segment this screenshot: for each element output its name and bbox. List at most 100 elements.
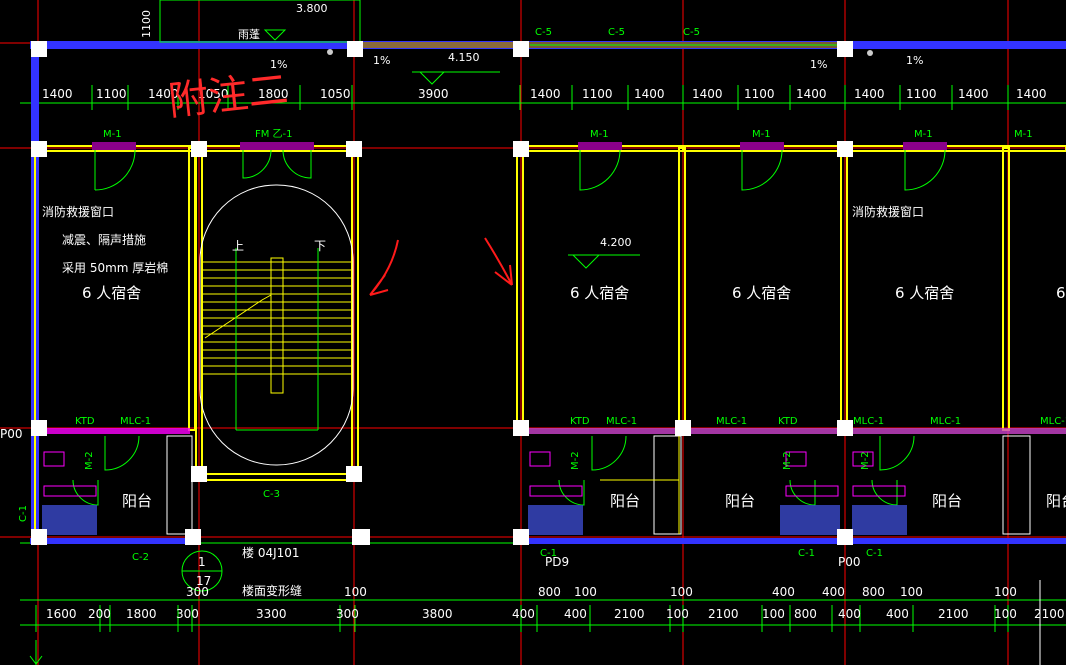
dim-bottom-5: 3300: [256, 607, 287, 621]
balcony-label-2: 阳台: [610, 492, 640, 510]
dim-bottom-19: 2100: [1034, 607, 1065, 621]
dim-bottom-17: 2100: [938, 607, 969, 621]
balcony-label-3: 阳台: [725, 492, 755, 510]
dim-bottom-16: 400: [886, 607, 909, 621]
dim-top-6: 1050: [320, 87, 351, 101]
height-1100: 1100: [140, 10, 153, 38]
shower-hatches: [42, 505, 907, 535]
dim-bottom-18: 100: [994, 607, 1017, 621]
dim-bottom-4: 300: [176, 607, 199, 621]
dim-top-16: 1400: [958, 87, 989, 101]
dim-bottom-8: 400: [512, 607, 535, 621]
room-elevation: 4.200: [600, 236, 632, 249]
origin-marker: [29, 640, 43, 665]
p00-label: P00: [0, 427, 23, 441]
stair-down-label: 下: [314, 239, 326, 253]
room-label-3: 6 人宿舍: [732, 284, 791, 302]
balcony-label-5: 阳台: [1046, 492, 1066, 510]
dim-top-2: 1100: [96, 87, 127, 101]
canopy-label: 雨蓬: [238, 28, 260, 41]
slope-label-3: 1%: [810, 58, 827, 71]
drain-icons: [327, 49, 873, 56]
dim-bottom-12: 2100: [708, 607, 739, 621]
mlc-label-2: MLC-1: [606, 416, 637, 427]
pd9-label: PD9: [545, 555, 569, 569]
door-label-6: M-1: [1014, 129, 1033, 140]
mlc-label-3: MLC-1: [716, 416, 747, 427]
ktd-label-3: KTD: [778, 416, 798, 427]
door-label-3: M-1: [590, 129, 609, 140]
dim-top-11: 1400: [692, 87, 723, 101]
m2-label-2: M-2: [570, 451, 581, 470]
mlc-label-5: MLC-1: [1040, 416, 1066, 427]
vibration-note-1: 减震、隔声措施: [62, 233, 146, 247]
dim-mid-9: 100: [900, 585, 923, 599]
dim-top-10: 1400: [634, 87, 665, 101]
doors: [72, 142, 947, 506]
room-label-4: 6 人宿舍: [895, 284, 954, 302]
dim-mid-2: 100: [344, 585, 367, 599]
m2-label-3: M-2: [782, 451, 793, 470]
balcony-label-4: 阳台: [932, 492, 962, 510]
mlc-label-1: MLC-1: [120, 416, 151, 427]
dim-bottom-3: 1800: [126, 607, 157, 621]
c1-side-label: C-1: [18, 505, 29, 522]
dim-bottom-1: 1600: [46, 607, 77, 621]
left-wall: [31, 45, 39, 545]
dim-bottom-15: 400: [838, 607, 861, 621]
dim-top-8: 1400: [530, 87, 561, 101]
handwritten-arrow-1: [369, 239, 399, 296]
p00-label-bottom: P00: [838, 555, 861, 569]
elevation-top: 3.800: [296, 2, 328, 15]
door-label-1: M-1: [103, 129, 122, 140]
top-wall: [30, 0, 1066, 49]
fixtures: [43, 451, 906, 497]
dim-top-12: 1100: [744, 87, 775, 101]
slope-label-4: 1%: [906, 54, 923, 67]
door-label-5: M-1: [914, 129, 933, 140]
dim-bottom-11: 100: [666, 607, 689, 621]
dim-top-1: 1400: [42, 87, 73, 101]
cad-floor-plan: 雨蓬 3.800 4.150 1100 1% 1% 1% 1% C-5 C-5 …: [0, 0, 1066, 665]
vibration-note-2: 采用 50mm 厚岩棉: [62, 260, 168, 275]
elevation-roof: 4.150: [448, 51, 480, 64]
fire-window-note-1: 消防救援窗口: [42, 204, 114, 219]
ktd-label-2: KTD: [570, 416, 590, 427]
columns: [31, 41, 853, 545]
dim-bottom-10: 2100: [614, 607, 645, 621]
stair-window-label: C-3: [263, 489, 280, 500]
dim-top-13: 1400: [796, 87, 827, 101]
dim-top-15: 1100: [906, 87, 937, 101]
window-top-1: C-5: [535, 27, 552, 38]
dim-bottom-9: 400: [564, 607, 587, 621]
m2-label-4: M-2: [860, 451, 871, 470]
window-c1-c: C-1: [866, 548, 883, 559]
detail-number: 1: [198, 555, 206, 569]
dim-bottom-14: 800: [794, 607, 817, 621]
dim-bottom-13: 100: [762, 607, 785, 621]
dim-top-7: 3900: [418, 87, 449, 101]
dim-mid-6: 400: [772, 585, 795, 599]
dim-mid-8: 800: [862, 585, 885, 599]
dim-bottom-6: 300: [336, 607, 359, 621]
joint-reference: 楼 04J101: [242, 545, 300, 560]
dim-mid-5: 100: [670, 585, 693, 599]
room-label-1: 6 人宿舍: [82, 284, 141, 302]
dim-top-17: 1400: [1016, 87, 1047, 101]
room-label-5: 6: [1056, 284, 1066, 302]
dim-bottom-2: 200: [88, 607, 111, 621]
dim-top-9: 1100: [582, 87, 613, 101]
dim-mid-4: 100: [574, 585, 597, 599]
stair-up-label: 上: [232, 239, 244, 253]
m2-label-1: M-2: [84, 451, 95, 470]
door-label-4: M-1: [752, 129, 771, 140]
handwritten-note: 附注二: [166, 67, 290, 125]
fire-window-note-2: 消防救援窗口: [852, 204, 924, 219]
window-c1-b: C-1: [798, 548, 815, 559]
room-label-2: 6 人宿舍: [570, 284, 629, 302]
ktd-label-1: KTD: [75, 416, 95, 427]
dim-bottom-7: 3800: [422, 607, 453, 621]
window-top-3: C-5: [683, 27, 700, 38]
joint-name: 楼面变形缝: [242, 583, 302, 598]
dim-mid-1: 300: [186, 585, 209, 599]
